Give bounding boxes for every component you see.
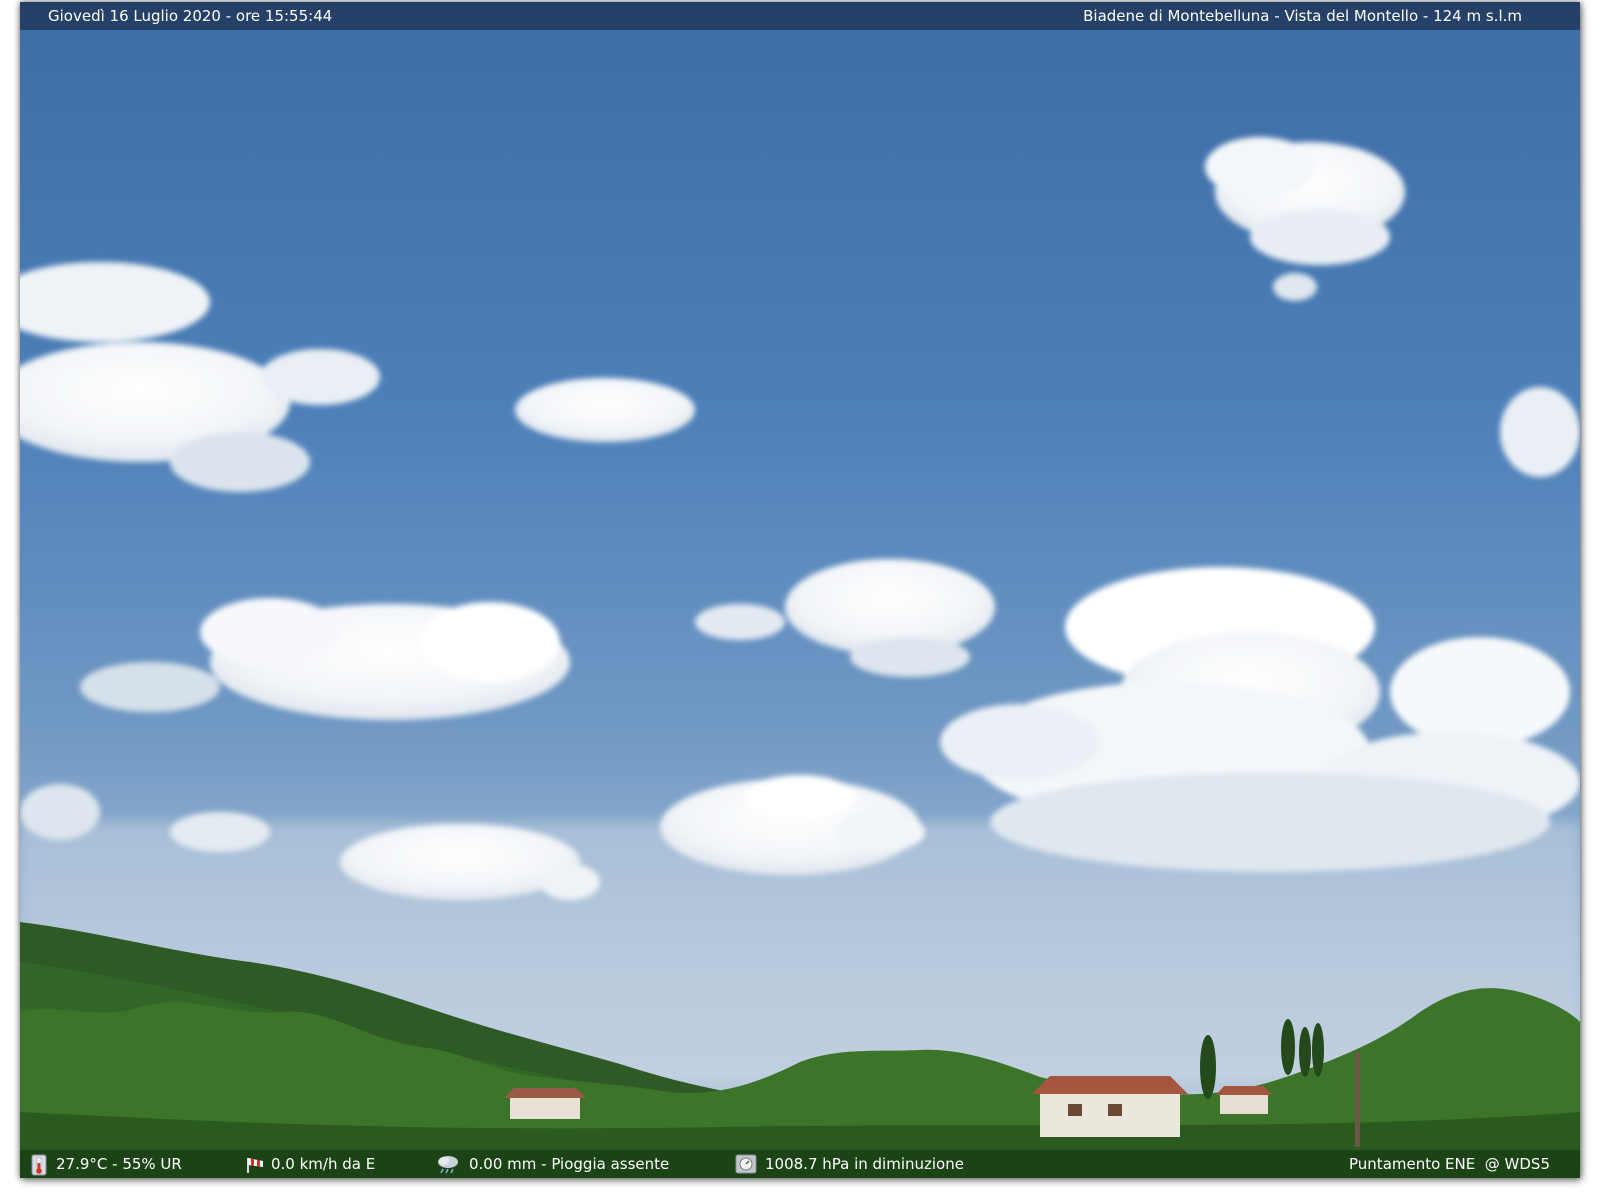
webcam-frame: Giovedì 16 Luglio 2020 - ore 15:55:44 Bi… [20, 2, 1580, 1178]
temperature-readout: 27.9°C - 55% UR [30, 1150, 182, 1178]
rain-text: 0.00 mm - Pioggia assente [469, 1155, 670, 1173]
pressure-text: 1008.7 hPa in diminuzione [765, 1155, 964, 1173]
location-label: Biadene di Montebelluna - Vista del Mont… [1083, 7, 1522, 25]
house-left [504, 1088, 586, 1119]
thermometer-icon [30, 1154, 48, 1176]
header-bar: Giovedì 16 Luglio 2020 - ore 15:55:44 Bi… [20, 2, 1580, 30]
cloud-right-edge [1500, 387, 1580, 477]
house-right [1216, 1086, 1272, 1114]
pointing-text: Puntamento ENE @ WDS5 [1349, 1155, 1550, 1173]
datetime-label: Giovedì 16 Luglio 2020 - ore 15:55:44 [48, 7, 333, 25]
barometer-icon [735, 1154, 757, 1174]
pressure-readout: 1008.7 hPa in diminuzione [735, 1150, 964, 1178]
rain-cloud-icon [435, 1154, 461, 1174]
weather-bar: 27.9°C - 55% UR 0.0 km/h da E 0.00 mm - … [20, 1150, 1580, 1178]
cloud-small-center [515, 378, 695, 442]
wind-text: 0.0 km/h da E [271, 1155, 376, 1173]
pointing-readout: Puntamento ENE @ WDS5 [1349, 1150, 1550, 1178]
house-center-right [1032, 1076, 1188, 1137]
utility-pole [1355, 1052, 1360, 1147]
rain-readout: 0.00 mm - Pioggia assente [435, 1150, 669, 1178]
windsock-icon [245, 1154, 263, 1174]
webcam-image [20, 2, 1580, 1178]
wind-readout: 0.0 km/h da E [245, 1150, 375, 1178]
temperature-humidity-text: 27.9°C - 55% UR [56, 1155, 182, 1173]
